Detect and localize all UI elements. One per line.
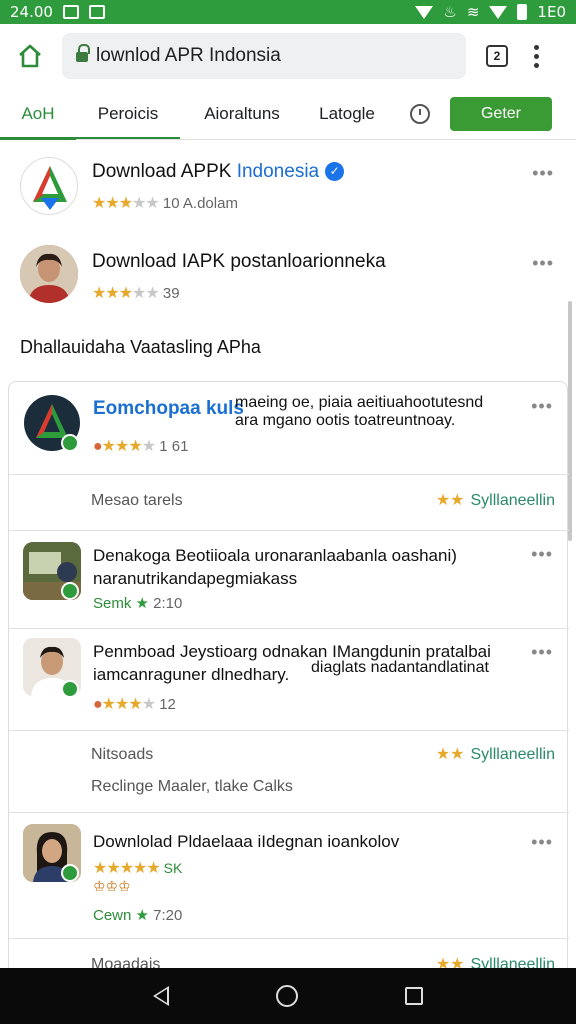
status-right-text: 1E0 bbox=[537, 3, 566, 21]
tab-label: Aioraltuns bbox=[204, 103, 280, 123]
item-meta: Cewn ★ 7:20 bbox=[93, 907, 183, 924]
scrollbar[interactable] bbox=[568, 301, 572, 541]
item-rating: ●★★★★ 12 bbox=[93, 694, 176, 714]
featured-rating: ●★★★★ 1 61 bbox=[93, 436, 188, 456]
featured-description: maeing oe, piaia aeitiuahootutesnd ara m… bbox=[235, 394, 484, 429]
status-bar: 24.00 ♨ ≋ 1E0 bbox=[0, 0, 576, 24]
item-link[interactable]: ★★ Sylllaneellin bbox=[436, 744, 555, 764]
star-rating-icon: ★★★★★ bbox=[92, 285, 160, 302]
tab-label: AoH bbox=[21, 103, 55, 123]
badge-icon bbox=[61, 434, 79, 452]
tab-aoh[interactable]: AoH bbox=[0, 88, 76, 140]
star-icon: ★★ bbox=[435, 956, 465, 968]
divider bbox=[9, 938, 569, 939]
clock-icon[interactable] bbox=[410, 103, 430, 124]
star-icon: ★ bbox=[135, 907, 149, 924]
divider bbox=[9, 628, 569, 629]
item-text[interactable]: Denakoga Beotiioala uronaranlaabanla oas… bbox=[93, 544, 457, 590]
rating-text: 10 A.dolam bbox=[162, 195, 238, 212]
message-notification-icon bbox=[88, 5, 105, 19]
star-icon: ★★ bbox=[435, 746, 465, 763]
tab-count: 2 bbox=[493, 49, 501, 63]
divider bbox=[9, 474, 569, 475]
tab-label: Peroicis bbox=[97, 103, 159, 123]
home-icon bbox=[19, 44, 41, 68]
star-rating-icon: ★★★★★ bbox=[92, 195, 160, 212]
footer-label: Nitsoads bbox=[91, 746, 154, 763]
recent-apps-icon[interactable] bbox=[404, 987, 423, 1005]
home-button[interactable] bbox=[12, 38, 48, 74]
featured-link[interactable]: ★★ Sylllaneellin bbox=[436, 490, 555, 510]
more-options-icon[interactable]: ••• bbox=[532, 253, 554, 274]
featured-title: Eomchopaa kuls bbox=[93, 398, 244, 419]
divider bbox=[9, 730, 569, 731]
badge-icon bbox=[61, 582, 79, 600]
item-link[interactable]: ★★ Sylllaneellin bbox=[436, 954, 555, 968]
wifi-icon: ≋ bbox=[466, 3, 480, 21]
menu-dot-icon bbox=[534, 44, 539, 50]
section-title: Dhallauidaha Vaatasling APha bbox=[20, 337, 261, 357]
app-title: Download APPK Indonesia ✓ bbox=[92, 161, 345, 183]
results-list: Download APPK Indonesia ✓ ★★★★★ 10 A.dola… bbox=[0, 141, 576, 968]
app-result[interactable]: Download APPK Indonesia ✓ ★★★★★ 10 A.dola… bbox=[0, 141, 576, 233]
rating-text: 1 61 bbox=[159, 438, 189, 455]
results-card: Eomchopaa kuls maeing oe, piaia aeitiuah… bbox=[8, 381, 569, 968]
get-button[interactable]: Geter bbox=[450, 96, 552, 131]
menu-dot-icon bbox=[534, 53, 539, 59]
tab-switcher-button[interactable]: 2 bbox=[486, 45, 508, 67]
cell-signal-icon bbox=[489, 5, 508, 19]
app-rating: ★★★★★ 10 A.dolam bbox=[92, 193, 238, 213]
lock-icon bbox=[76, 44, 90, 63]
star-rating-icon: ●★★★★ bbox=[93, 438, 156, 455]
overflow-menu-button[interactable] bbox=[534, 44, 539, 68]
image-notification-icon bbox=[62, 5, 79, 19]
tab-aioraltuns[interactable]: Aioraltuns bbox=[180, 88, 304, 140]
tab-peroicis[interactable]: Peroicis bbox=[76, 88, 180, 140]
item-text[interactable]: Downlolad Pldaelaaa iIdegnan ioankolov bbox=[93, 830, 399, 853]
more-options-icon[interactable]: ••• bbox=[531, 642, 553, 663]
star-rating-icon: ●★★★★ bbox=[93, 696, 156, 713]
item-text-extra: diaglats nadantandlatinat bbox=[311, 659, 489, 676]
battery-icon bbox=[517, 4, 528, 20]
item-rating: ★★★★★ SK ♔♔♔ bbox=[93, 860, 183, 894]
vibrate-icon: ♨ bbox=[443, 3, 457, 21]
footer-label: Mesao tarels bbox=[91, 492, 183, 509]
badge-icon bbox=[61, 680, 79, 698]
divider bbox=[9, 530, 569, 531]
tab-latogle[interactable]: Latogle bbox=[304, 88, 390, 140]
more-options-icon[interactable]: ••• bbox=[531, 544, 553, 565]
more-options-icon[interactable]: ••• bbox=[531, 832, 553, 853]
browser-toolbar: lownlod APR Indonsia 2 bbox=[0, 24, 576, 88]
app-result[interactable]: Download IAPK postanloarionneka ★★★★★ 39… bbox=[0, 233, 576, 325]
developer-avatar bbox=[20, 245, 78, 303]
badge-icon bbox=[61, 864, 79, 882]
rating-text: 12 bbox=[159, 696, 176, 713]
category-tabs: AoH Peroicis Aioraltuns Latogle Geter bbox=[0, 88, 576, 140]
app-title: Download IAPK postanloarionneka bbox=[92, 251, 386, 272]
more-options-icon[interactable]: ••• bbox=[531, 396, 553, 417]
app-rating: ★★★★★ 39 bbox=[92, 283, 180, 303]
footer-label: Moaadais bbox=[91, 956, 161, 968]
url-text: lownlod APR Indonsia bbox=[96, 45, 281, 66]
star-icon: ★★ bbox=[435, 492, 465, 509]
app-logo-icon bbox=[20, 157, 78, 215]
menu-dot-icon bbox=[534, 62, 539, 68]
status-time: 24.00 bbox=[10, 3, 53, 21]
star-rating-icon: ★★★★★ bbox=[93, 860, 161, 877]
tab-label: Latogle bbox=[319, 103, 375, 123]
divider bbox=[9, 812, 569, 813]
star-icon: ★ bbox=[135, 595, 149, 612]
footer-sub: Reclinge Maaler, tlake Calks bbox=[91, 778, 293, 795]
more-options-icon[interactable]: ••• bbox=[532, 163, 554, 184]
verified-icon: ✓ bbox=[325, 162, 345, 181]
tab-underline bbox=[76, 137, 180, 139]
url-field[interactable]: lownlod APR Indonsia bbox=[62, 33, 466, 79]
signal-icon bbox=[415, 5, 434, 19]
home-circle-icon[interactable] bbox=[275, 985, 298, 1007]
rating-text: 39 bbox=[162, 285, 180, 302]
item-meta: Semk ★ 2:10 bbox=[93, 595, 183, 612]
system-nav-bar bbox=[0, 968, 576, 1024]
back-icon[interactable] bbox=[153, 986, 170, 1006]
emoji-icons: ♔♔♔ bbox=[93, 878, 131, 894]
